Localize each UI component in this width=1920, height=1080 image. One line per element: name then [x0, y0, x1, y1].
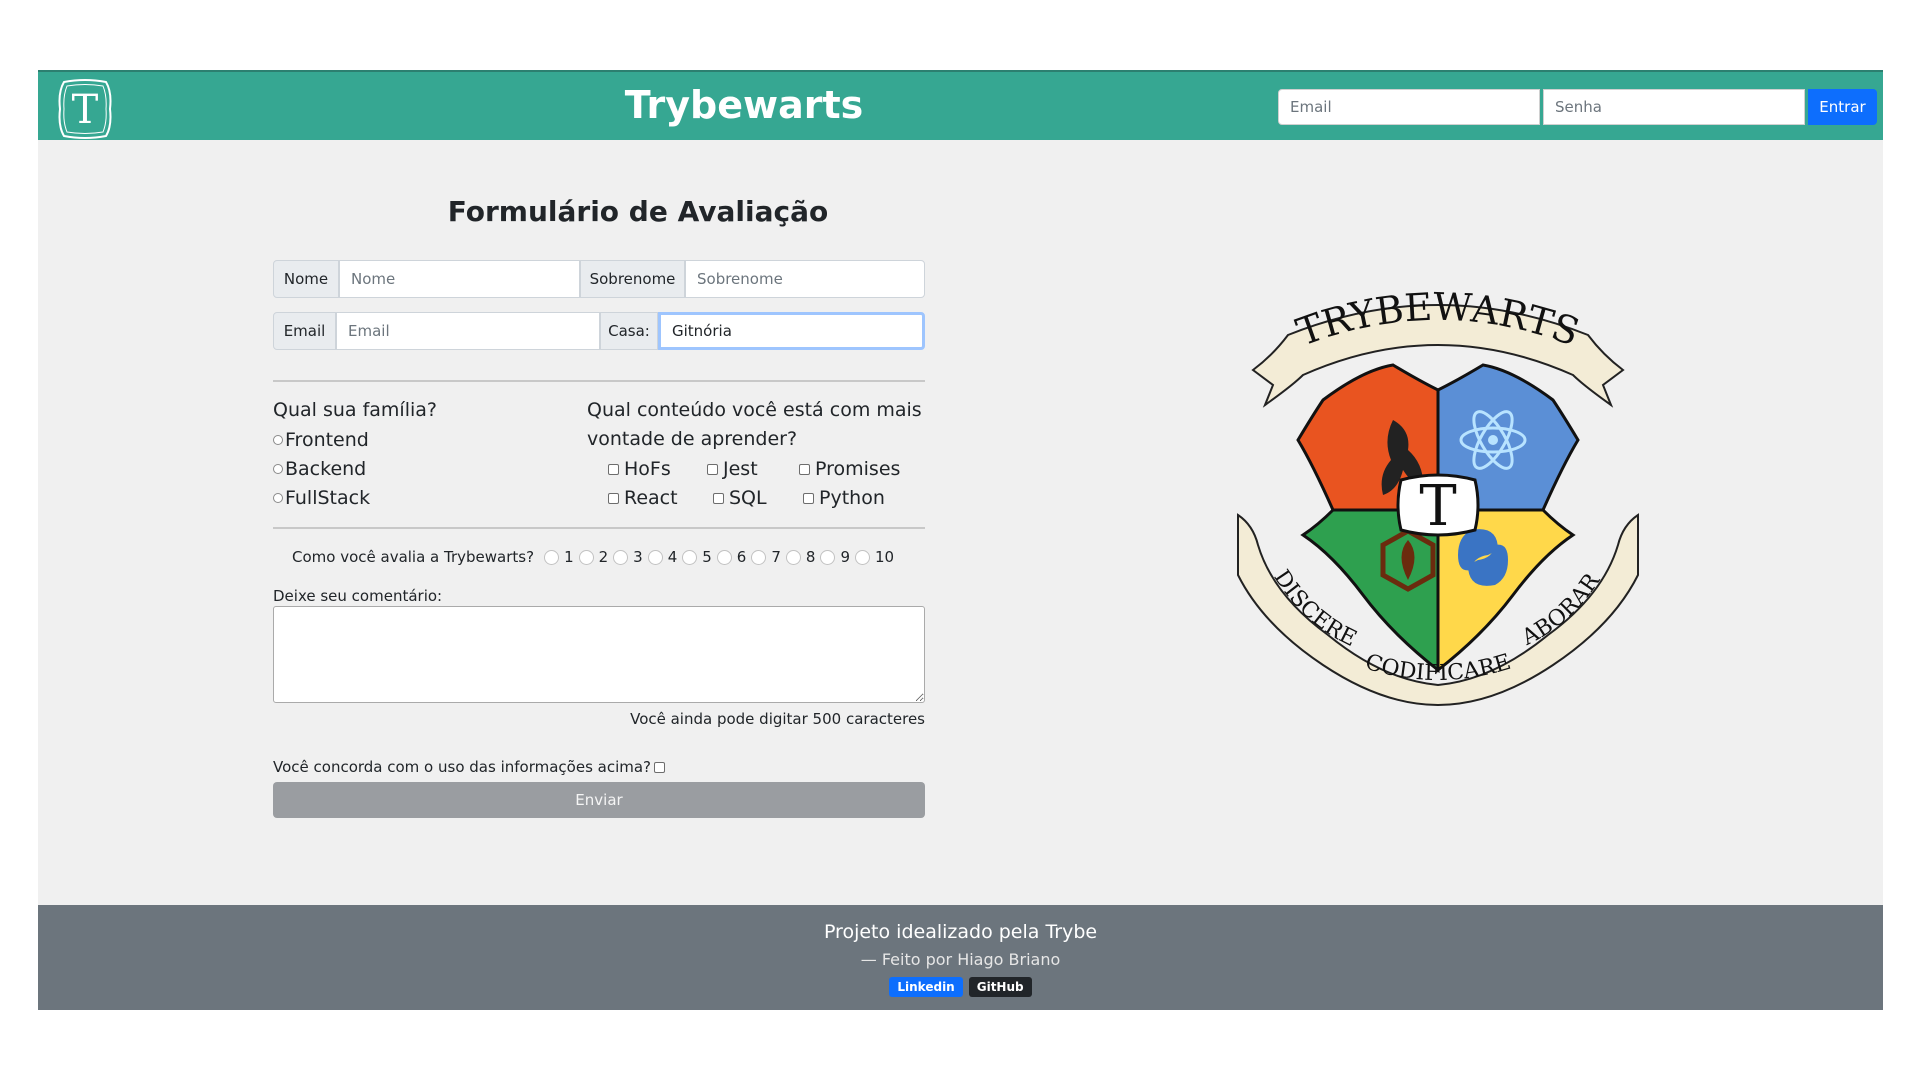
trybewarts-crest-image: TRYBEWARTS T DISCERE CODIFICARE LABORARE [1233, 275, 1639, 707]
github-link[interactable]: GitHub [968, 977, 1032, 997]
checkbox-icon[interactable] [713, 492, 724, 504]
email-input[interactable] [336, 312, 600, 350]
rating-value: 7 [771, 548, 781, 566]
rating-option-1[interactable]: 1 [544, 548, 574, 566]
rating-value: 8 [805, 548, 816, 566]
family-option-label: Backend [285, 458, 367, 480]
subject-label: Promises [815, 458, 901, 480]
agreement-checkbox[interactable] [654, 761, 666, 773]
checkbox-icon[interactable] [608, 463, 619, 475]
char-counter: Você ainda pode digitar 500 caracteres [630, 710, 925, 728]
lastname-label: Sobrenome [580, 260, 685, 298]
radio-icon[interactable] [578, 549, 594, 565]
comment-textarea[interactable] [273, 606, 925, 703]
subject-label: Python [819, 487, 885, 509]
email-label: Email [273, 312, 336, 350]
checkbox-icon[interactable] [803, 492, 814, 504]
rating-option-7[interactable]: 7 [751, 548, 781, 566]
subject-hofs[interactable]: HoFs [608, 458, 671, 480]
site-title: Trybewarts [624, 83, 864, 127]
radio-icon[interactable] [613, 549, 629, 565]
rating-option-5[interactable]: 5 [682, 548, 712, 566]
family-option-fullstack[interactable]: FullStack [273, 487, 370, 509]
rating-value: 5 [702, 548, 712, 566]
content-question-line1: Qual conteúdo você está com mais [587, 399, 922, 421]
lastname-input[interactable] [685, 260, 925, 298]
rating-option-2[interactable]: 2 [578, 548, 609, 566]
divider [273, 527, 925, 529]
subject-label: HoFs [624, 458, 671, 480]
divider [273, 380, 925, 382]
rating-option-10[interactable]: 10 [854, 548, 895, 566]
rating-value: 1 [564, 548, 574, 566]
radio-icon[interactable] [716, 549, 732, 565]
footer-badges: Linkedin GitHub [38, 977, 1883, 997]
rating-value: 10 [874, 548, 895, 566]
page: T Trybewarts Entrar Formulário de Avalia… [38, 70, 1883, 1010]
radio-icon[interactable] [785, 549, 801, 565]
radio-icon[interactable] [273, 464, 283, 474]
subject-label: Jest [723, 458, 758, 480]
family-option-frontend[interactable]: Frontend [273, 429, 369, 451]
login-password-input[interactable] [1543, 89, 1805, 125]
radio-icon[interactable] [682, 549, 698, 565]
rating-row: Como você avalia a Trybewarts? 1 2 3 4 5… [292, 548, 899, 566]
checkbox-icon[interactable] [608, 492, 619, 504]
radio-icon[interactable] [751, 549, 767, 565]
subject-sql[interactable]: SQL [713, 487, 767, 509]
radio-icon[interactable] [544, 549, 560, 565]
email-house-input-group: Email Casa: [273, 312, 925, 350]
radio-icon[interactable] [647, 549, 663, 565]
house-label: Casa: [600, 312, 658, 350]
header: T Trybewarts Entrar [38, 70, 1883, 140]
rating-value: 3 [633, 548, 643, 566]
house-select[interactable] [658, 312, 925, 350]
radio-icon[interactable] [273, 435, 283, 445]
checkbox-icon[interactable] [707, 463, 718, 475]
footer-author: — Feito por Hiago Briano [860, 950, 1061, 969]
rating-option-8[interactable]: 8 [785, 548, 816, 566]
family-question: Qual sua família? [273, 399, 437, 421]
crest-center-letter: T [1419, 474, 1456, 539]
content-question-line2: vontade de aprender? [587, 428, 798, 450]
rating-option-4[interactable]: 4 [647, 548, 678, 566]
agreement-label: Você concorda com o uso das informações … [273, 758, 652, 776]
footer-credit: Projeto idealizado pela Trybe [823, 921, 1098, 943]
submit-button[interactable]: Enviar [273, 782, 925, 818]
radio-icon[interactable] [854, 549, 870, 565]
rating-value: 2 [598, 548, 609, 566]
subject-python[interactable]: Python [803, 487, 885, 509]
footer: Projeto idealizado pela Trybe — Feito po… [38, 905, 1883, 1010]
name-input[interactable] [339, 260, 580, 298]
login-button[interactable]: Entrar [1808, 89, 1877, 125]
rating-value: 6 [736, 548, 747, 566]
rating-value: 4 [667, 548, 678, 566]
form-title: Formulário de Avaliação [447, 195, 829, 228]
rating-question: Como você avalia a Trybewarts? [292, 548, 535, 566]
subject-jest[interactable]: Jest [707, 458, 758, 480]
radio-icon[interactable] [273, 493, 283, 503]
rating-option-9[interactable]: 9 [820, 548, 850, 566]
radio-icon[interactable] [820, 549, 836, 565]
linkedin-link[interactable]: Linkedin [889, 977, 963, 997]
subject-promises[interactable]: Promises [799, 458, 900, 480]
comment-label: Deixe seu comentário: [273, 587, 443, 605]
family-option-backend[interactable]: Backend [273, 458, 366, 480]
name-label: Nome [273, 260, 339, 298]
subject-react[interactable]: React [608, 487, 678, 509]
rating-value: 9 [840, 548, 850, 566]
subject-label: SQL [729, 487, 767, 509]
svg-text:T: T [72, 87, 99, 133]
rating-option-3[interactable]: 3 [613, 548, 643, 566]
family-option-label: FullStack [285, 487, 371, 509]
agreement-row: Você concorda com o uso das informações … [273, 758, 666, 776]
login-email-input[interactable] [1278, 89, 1540, 125]
trybewarts-logo: T [58, 79, 112, 139]
family-option-label: Frontend [285, 429, 369, 451]
checkbox-icon[interactable] [799, 463, 810, 475]
subject-label: React [624, 487, 678, 509]
name-input-group: Nome Sobrenome [273, 260, 925, 298]
rating-option-6[interactable]: 6 [716, 548, 747, 566]
